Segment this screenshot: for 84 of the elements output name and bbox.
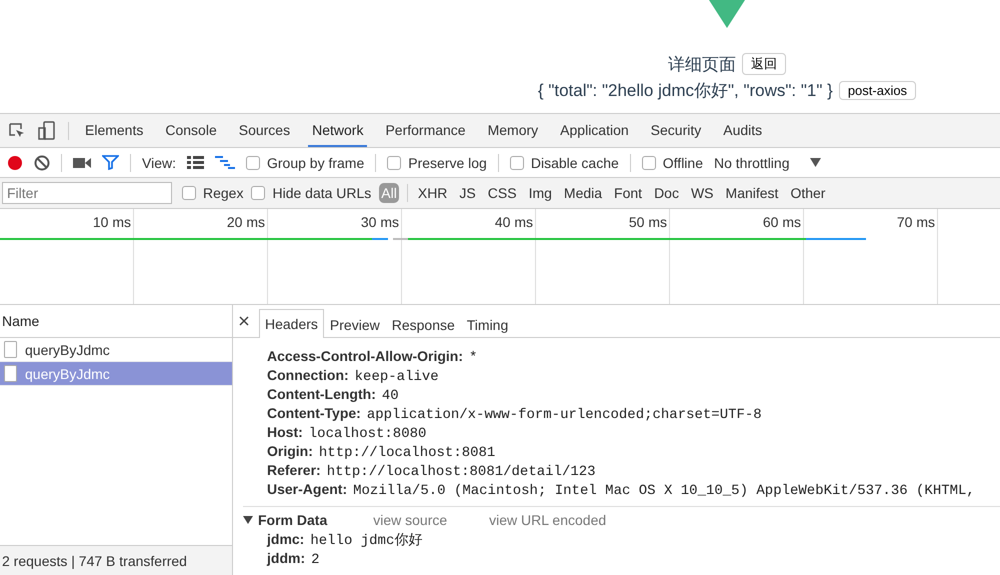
checkbox-option[interactable]: Offline <box>642 154 703 170</box>
section-title: Form Data <box>258 512 328 528</box>
header-value: localhost:8080 <box>308 426 426 442</box>
list-view-icon[interactable] <box>186 156 204 169</box>
post-axios-button[interactable]: post-axios <box>838 80 916 100</box>
header-name: Origin: <box>267 443 313 459</box>
result-text: { "total": "2hello jdmc你好", "rows": "1" } <box>538 80 833 102</box>
filter-input[interactable]: Filter <box>2 182 172 204</box>
view-label: View: <box>142 154 176 170</box>
type-filter-button[interactable]: Media <box>562 184 604 202</box>
dropdown-caret-icon[interactable] <box>810 158 822 167</box>
checkbox-option[interactable]: Preserve log <box>387 154 487 170</box>
devtools-tab[interactable]: Application <box>556 114 633 147</box>
detail-tab[interactable]: Headers <box>259 309 324 338</box>
time-tick-label: 60 ms <box>762 214 801 230</box>
param-name: jdmc: <box>267 531 304 547</box>
devtools-tab[interactable]: Network <box>308 114 368 147</box>
triangle-logo-icon <box>709 0 745 28</box>
header-name: Content-Type: <box>267 405 361 421</box>
header-name: Content-Length: <box>267 386 376 402</box>
param-name: jddm: <box>267 550 306 566</box>
devtools-tab[interactable]: Elements <box>81 114 148 147</box>
expand-triangle-icon[interactable] <box>243 515 253 525</box>
header-name: Access-Control-Allow-Origin: <box>267 348 464 364</box>
header-value: application/x-www-form-urlencoded;charset=UTF-8 <box>366 407 762 423</box>
header-value: 40 <box>382 388 399 404</box>
detail-tab[interactable]: Timing <box>460 310 514 338</box>
param-value: 2 <box>311 552 320 568</box>
time-tick-label: 20 ms <box>226 214 265 230</box>
header-name: Host: <box>267 424 303 440</box>
close-icon[interactable] <box>239 316 249 326</box>
devtools-tab[interactable]: Audits <box>719 114 766 147</box>
back-button[interactable]: 返回 <box>742 53 786 75</box>
header-value: keep-alive <box>354 369 439 385</box>
time-tick-label: 10 ms <box>92 214 131 230</box>
header-value: * <box>469 350 478 366</box>
status-bar: 2 requests | 747 B transferred <box>0 545 232 575</box>
type-filter-button[interactable]: Doc <box>652 184 681 202</box>
page-title: 详细页面 <box>668 54 736 76</box>
header-value: http://localhost:8081 <box>318 445 496 461</box>
checkbox-option[interactable]: Regex <box>182 185 244 201</box>
detail-tab[interactable]: Response <box>386 310 461 338</box>
type-filter-button[interactable]: XHR <box>416 184 450 202</box>
file-icon <box>4 341 17 358</box>
header-name: Connection: <box>267 367 349 383</box>
view-link[interactable]: view source <box>373 512 448 528</box>
detail-tab[interactable]: Preview <box>324 310 386 338</box>
device-icon[interactable] <box>38 120 56 140</box>
request-name: queryByJdmc <box>25 366 110 382</box>
type-filter-button[interactable]: JS <box>457 184 478 202</box>
video-camera-icon[interactable] <box>73 156 91 168</box>
time-tick-label: 70 ms <box>896 214 935 230</box>
type-filter-button[interactable]: CSS <box>486 184 519 202</box>
type-filter-button[interactable]: Img <box>526 184 554 202</box>
checkbox-option[interactable]: Disable cache <box>510 154 619 170</box>
filter-icon[interactable] <box>102 155 119 170</box>
checkbox-option[interactable]: Group by frame <box>246 154 364 170</box>
time-tick-label: 30 ms <box>360 214 399 230</box>
time-tick-label: 50 ms <box>628 214 667 230</box>
record-icon[interactable] <box>7 154 23 170</box>
type-filter-button[interactable]: Manifest <box>724 184 780 202</box>
header-value: http://localhost:8081/detail/123 <box>326 464 596 480</box>
devtools-tab[interactable]: Sources <box>234 114 294 147</box>
devtools-tab[interactable]: Console <box>161 114 221 147</box>
view-link[interactable]: view URL encoded <box>489 512 606 528</box>
type-filter-button[interactable]: Font <box>612 184 644 202</box>
devtools-tab[interactable]: Performance <box>381 114 470 147</box>
checkbox-option[interactable]: Hide data URLs <box>251 185 372 201</box>
devtools-tab[interactable]: Security <box>646 114 706 147</box>
file-icon <box>4 365 17 382</box>
time-tick-label: 40 ms <box>494 214 533 230</box>
header-name: Referer: <box>267 462 321 478</box>
header-value: Mozilla/5.0 (Macintosh; Intel Mac OS X 10_10_5) AppleWebKit/537.36 (KHTML, <box>353 483 975 499</box>
param-value: hello jdmc你好 <box>310 532 422 549</box>
header-name: User-Agent: <box>267 481 348 497</box>
inspect-cursor-icon[interactable] <box>8 122 26 140</box>
waterfall-icon[interactable] <box>214 156 235 169</box>
request-name: queryByJdmc <box>25 342 110 358</box>
type-filter-button[interactable]: Other <box>788 184 828 202</box>
type-filter-button[interactable]: WS <box>688 184 716 202</box>
name-column-header[interactable]: Name <box>0 305 232 338</box>
devtools-tab[interactable]: Memory <box>484 114 542 147</box>
clear-icon[interactable] <box>34 154 50 170</box>
throttling-dropdown[interactable]: No throttling <box>714 154 790 170</box>
